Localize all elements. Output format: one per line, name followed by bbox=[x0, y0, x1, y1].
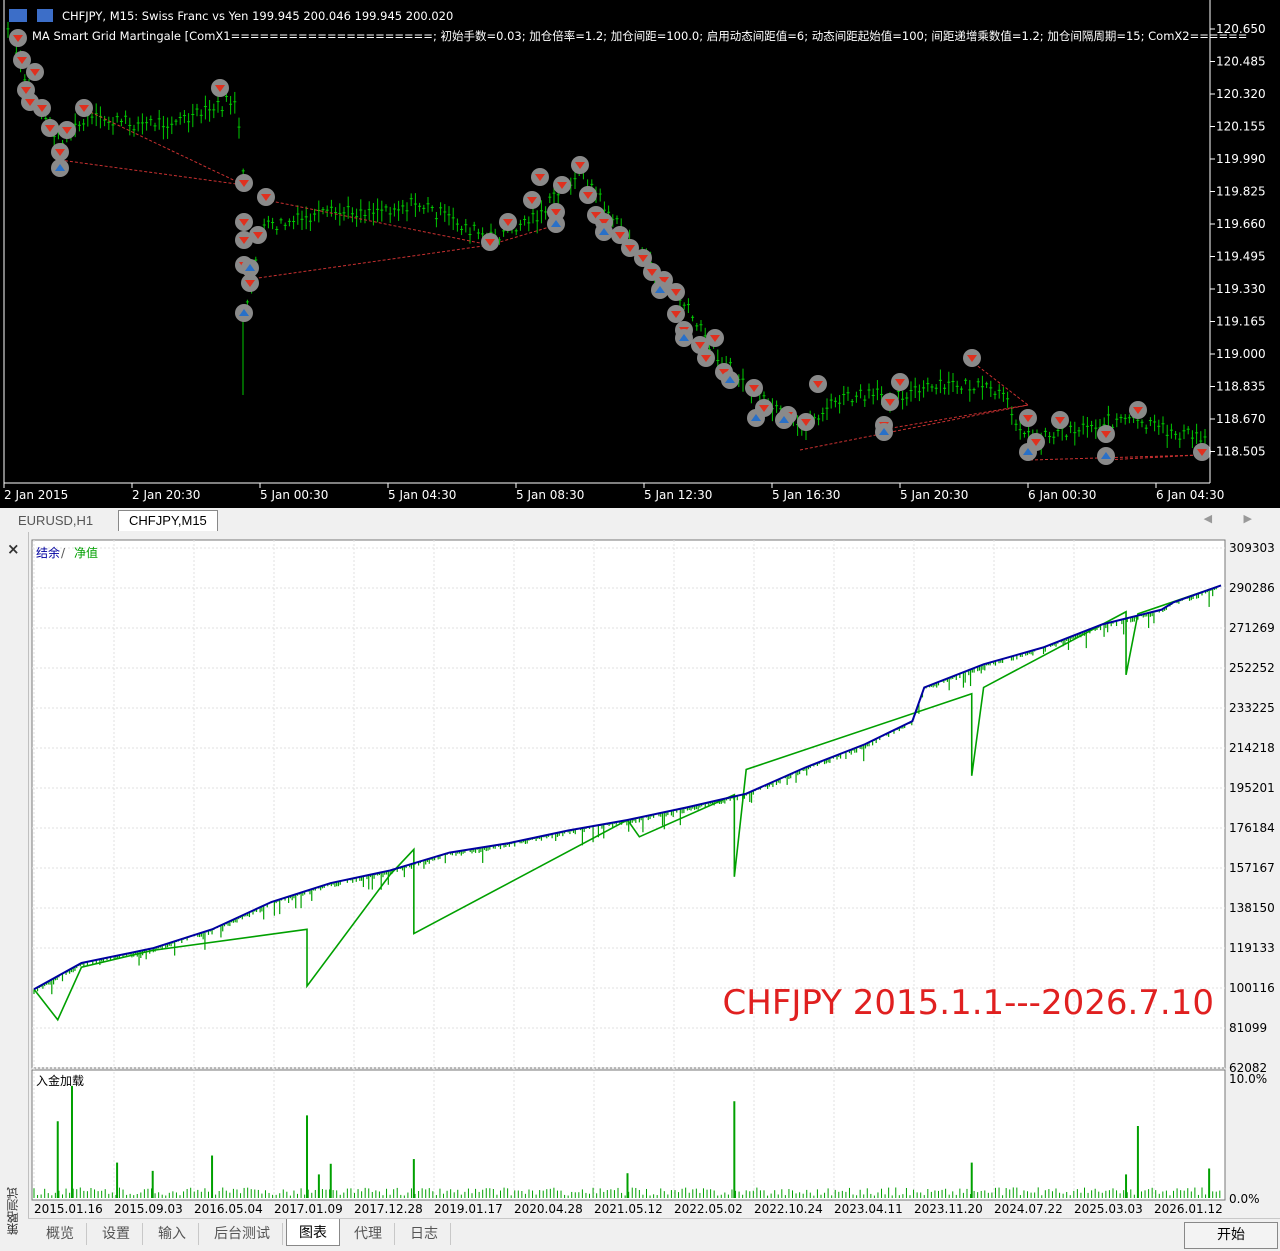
price-tick-label: 119.000 bbox=[1216, 347, 1266, 361]
trade-connection-line bbox=[243, 244, 491, 281]
price-tick-label: 120.650 bbox=[1216, 22, 1266, 36]
tab-backtest[interactable]: 后台测试 bbox=[202, 1223, 283, 1245]
equity-tick-label: 176184 bbox=[1229, 821, 1275, 835]
chart-type-icon bbox=[37, 9, 53, 22]
price-tick-label: 120.320 bbox=[1216, 87, 1266, 101]
strategy-tester-panel: × 策略测试 309303 290286 271269 252252 233225 214… bbox=[0, 532, 1280, 1250]
time-tick-label: 5 Jan 08:30 bbox=[516, 488, 584, 502]
deposit-axis-top: 10.0% bbox=[1229, 1072, 1267, 1086]
date-tick-label: 2024.07.22 bbox=[994, 1202, 1063, 1216]
tab-agents[interactable]: 代理 bbox=[342, 1223, 395, 1245]
date-tick-label: 2019.01.17 bbox=[434, 1202, 503, 1216]
tab-overview[interactable]: 概览 bbox=[34, 1223, 87, 1245]
tester-tabs-bar: 概览 设置 输入 后台测试 图表 代理 日志 开始 bbox=[28, 1218, 1280, 1251]
equity-tick-label: 214218 bbox=[1229, 741, 1275, 755]
legend-equity: 净值 bbox=[74, 545, 98, 560]
equity-tick-label: 233225 bbox=[1229, 701, 1275, 715]
indicator-settings-text: MA Smart Grid Martingale [ComX1=========… bbox=[32, 29, 1247, 43]
time-tick-label: 5 Jan 12:30 bbox=[644, 488, 712, 502]
date-tick-label: 2025.03.03 bbox=[1074, 1202, 1143, 1216]
date-range-overlay-label: CHFJPY 2015.1.1---2026.7.10 bbox=[723, 983, 1214, 1023]
chart-tabs-bar: EURUSD,H1 CHFJPY,M15 ◀ ▶ bbox=[0, 508, 1280, 533]
date-tick-label: 2023.11.20 bbox=[914, 1202, 983, 1216]
time-axis-ticks: 2 Jan 2015 2 Jan 20:30 5 Jan 00:30 5 Jan 04… bbox=[3, 483, 1224, 502]
start-button[interactable]: 开始 bbox=[1184, 1222, 1278, 1249]
date-tick-label: 2017.01.09 bbox=[274, 1202, 343, 1216]
close-icon[interactable]: × bbox=[7, 540, 20, 558]
time-tick-label: 5 Jan 04:30 bbox=[388, 488, 456, 502]
equity-axis-ticks: 309303 290286 271269 252252 233225 214218 1952… bbox=[1229, 541, 1275, 1075]
time-tick-label: 6 Jan 00:30 bbox=[1028, 488, 1096, 502]
price-tick-label: 118.670 bbox=[1216, 412, 1266, 426]
deposit-axis-bottom: 0.0% bbox=[1229, 1192, 1260, 1206]
price-tick-label: 120.155 bbox=[1216, 120, 1266, 134]
tab-graph[interactable]: 图表 bbox=[286, 1219, 340, 1246]
date-tick-label: 2020.04.28 bbox=[514, 1202, 583, 1216]
equity-tick-label: 252252 bbox=[1229, 661, 1275, 675]
tester-sidebar: × 策略测试 bbox=[0, 532, 29, 1250]
equity-tick-label: 100116 bbox=[1229, 981, 1275, 995]
time-tick-label: 6 Jan 04:30 bbox=[1156, 488, 1224, 502]
equity-tick-label: 138150 bbox=[1229, 901, 1275, 915]
symbol-flag-icon bbox=[9, 9, 27, 22]
price-chart-title: CHFJPY, M15: Swiss Franc vs Yen 199.945 … bbox=[62, 9, 453, 23]
equity-tick-label: 309303 bbox=[1229, 541, 1275, 555]
price-tick-label: 119.330 bbox=[1216, 282, 1266, 296]
tab-journal[interactable]: 日志 bbox=[398, 1223, 451, 1245]
tab-inputs[interactable]: 输入 bbox=[146, 1223, 199, 1245]
tab-settings[interactable]: 设置 bbox=[90, 1223, 143, 1245]
time-tick-label: 5 Jan 20:30 bbox=[900, 488, 968, 502]
price-tick-label: 120.485 bbox=[1216, 55, 1266, 69]
time-tick-label: 5 Jan 16:30 bbox=[772, 488, 840, 502]
trade-lines-group bbox=[59, 109, 1201, 461]
price-tick-label: 119.660 bbox=[1216, 217, 1266, 231]
tab-chfjpy-m15[interactable]: CHFJPY,M15 bbox=[118, 510, 218, 531]
trade-markers-group bbox=[9, 29, 1211, 465]
price-tick-label: 119.990 bbox=[1216, 152, 1266, 166]
date-tick-label: 2021.05.12 bbox=[594, 1202, 663, 1216]
tab-eurusd-h1[interactable]: EURUSD,H1 bbox=[8, 511, 103, 531]
date-tick-label: 2022.05.02 bbox=[674, 1202, 743, 1216]
date-tick-label: 2022.10.24 bbox=[754, 1202, 823, 1216]
equity-tick-label: 157167 bbox=[1229, 861, 1275, 875]
date-tick-label: 2026.01.12 bbox=[1154, 1202, 1223, 1216]
trade-connection-line bbox=[85, 109, 245, 186]
trade-connection-line bbox=[1104, 454, 1201, 461]
price-chart[interactable]: CHFJPY, M15: Swiss Franc vs Yen 199.945 … bbox=[0, 0, 1280, 508]
legend-balance: 结余 bbox=[36, 545, 60, 560]
tab-scroll-arrows-icon[interactable]: ◀ ▶ bbox=[1204, 512, 1266, 525]
date-tick-label: 2016.05.04 bbox=[194, 1202, 263, 1216]
equity-tick-label: 271269 bbox=[1229, 621, 1275, 635]
price-tick-label: 118.505 bbox=[1216, 445, 1266, 459]
trade-connection-line bbox=[59, 159, 245, 186]
equity-tick-label: 119133 bbox=[1229, 941, 1275, 955]
date-tick-label: 2015.09.03 bbox=[114, 1202, 183, 1216]
date-tick-label: 2015.01.16 bbox=[34, 1202, 103, 1216]
date-tick-label: 2017.12.28 bbox=[354, 1202, 423, 1216]
equity-tick-label: 81099 bbox=[1229, 1021, 1267, 1035]
strategy-tester-vertical-label: 策略测试 bbox=[6, 1187, 20, 1235]
equity-graph: 309303 290286 271269 252252 233225 214218 1952… bbox=[31, 539, 1275, 1216]
time-tick-label: 2 Jan 2015 bbox=[4, 488, 68, 502]
price-chart-canvas[interactable]: CHFJPY, M15: Swiss Franc vs Yen 199.945 … bbox=[0, 0, 1280, 508]
price-tick-label: 119.495 bbox=[1216, 250, 1266, 264]
time-tick-label: 2 Jan 20:30 bbox=[132, 488, 200, 502]
trade-connection-line bbox=[799, 404, 1029, 451]
time-tick-label: 5 Jan 00:30 bbox=[260, 488, 328, 502]
price-tick-label: 119.165 bbox=[1216, 315, 1266, 329]
price-axis-ticks: 120.650 120.485 120.320 120.155 119.990 119.8… bbox=[1210, 22, 1266, 459]
deposit-load-label: 入金加载 bbox=[36, 1073, 84, 1088]
date-tick-label: 2023.04.11 bbox=[834, 1202, 903, 1216]
price-tick-label: 119.825 bbox=[1216, 185, 1266, 199]
date-axis-ticks: 2015.01.16 2015.09.03 2016.05.04 2017.01.09… bbox=[34, 1202, 1223, 1216]
equity-tick-label: 195201 bbox=[1229, 781, 1275, 795]
price-tick-label: 118.835 bbox=[1216, 380, 1266, 394]
equity-tick-label: 290286 bbox=[1229, 581, 1275, 595]
